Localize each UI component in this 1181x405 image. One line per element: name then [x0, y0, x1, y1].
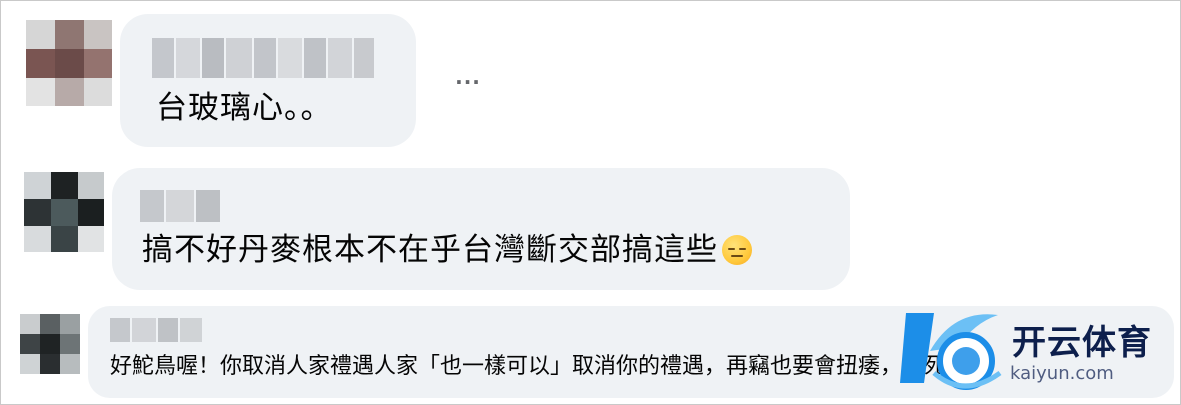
comment-bubble: 搞不好丹麥根本不在乎台灣斷交部搞這些	[112, 168, 850, 290]
comment-text: 台玻璃心。。	[156, 90, 333, 126]
comment-text-body: 搞不好丹麥根本不在乎台灣斷交部搞這些	[142, 232, 718, 268]
commenter-name-blurred[interactable]	[140, 190, 220, 222]
comment-text: 好鮀鳥喔！你取消人家禮遇人家「也一樣可以」取消你的禮遇，再竊也要會扭痿，笑死	[110, 354, 947, 379]
comment-bubble: 台玻璃心。。	[120, 14, 416, 147]
unamused-face-icon	[722, 235, 752, 265]
watermark-brand: 开云体育	[1012, 323, 1152, 363]
commenter-avatar[interactable]	[20, 314, 80, 374]
more-options-button[interactable]: ···	[448, 70, 488, 94]
watermark: 开云体育 kaiyun.com	[894, 303, 1176, 399]
comment-text: 搞不好丹麥根本不在乎台灣斷交部搞這些	[142, 230, 752, 270]
commenter-name-blurred[interactable]	[152, 38, 387, 78]
more-options-icon: ···	[455, 70, 481, 94]
watermark-url: kaiyun.com	[1010, 363, 1114, 384]
commenter-name-blurred[interactable]	[110, 318, 214, 342]
kaiyun-logo-icon	[900, 313, 1002, 390]
commenter-avatar[interactable]	[24, 172, 104, 252]
commenter-avatar[interactable]	[26, 20, 112, 106]
